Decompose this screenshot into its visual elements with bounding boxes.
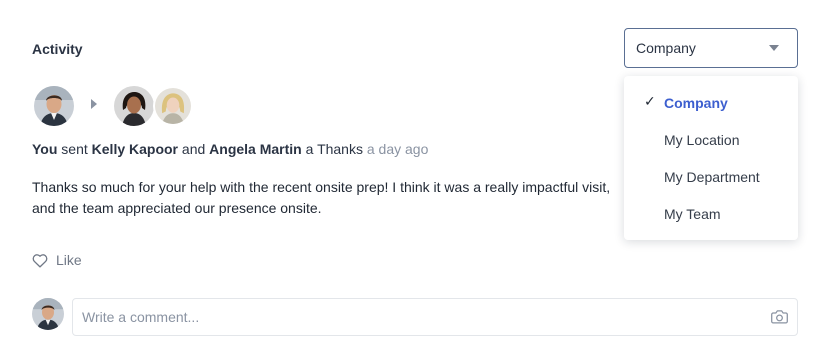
activity-title: Activity	[32, 41, 83, 57]
timestamp: a day ago	[366, 141, 429, 157]
recipient-avatar-angela[interactable]	[153, 86, 193, 126]
menu-item-my-team[interactable]: My Team	[624, 195, 798, 232]
menu-item-label: Company	[664, 94, 728, 111]
feed-filter-menu: ✓ Company My Location My Department My T…	[624, 76, 798, 240]
sender-avatar[interactable]	[34, 86, 74, 126]
recipient-avatar-kelly[interactable]	[114, 86, 154, 126]
verb-text: sent	[61, 141, 88, 157]
arrow-right-icon	[91, 99, 97, 109]
recipient-name[interactable]: Kelly Kapoor	[92, 141, 178, 157]
article-text: a	[305, 141, 314, 157]
feed-filter-select[interactable]: Company	[624, 28, 798, 68]
conjunction-text: and	[181, 141, 206, 157]
heart-icon	[32, 253, 48, 267]
menu-item-label: My Department	[664, 168, 760, 185]
like-label: Like	[56, 252, 82, 268]
activity-summary: You sent Kelly Kapoor and Angela Martin …	[32, 141, 428, 157]
comment-input[interactable]	[82, 309, 742, 325]
menu-item-label: My Location	[664, 131, 740, 148]
menu-item-company[interactable]: ✓ Company	[624, 84, 798, 121]
like-button[interactable]: Like	[32, 252, 82, 268]
menu-item-my-location[interactable]: My Location	[624, 121, 798, 158]
recipient-name[interactable]: Angela Martin	[209, 141, 302, 157]
item-type: Thanks	[317, 141, 363, 157]
menu-item-my-department[interactable]: My Department	[624, 158, 798, 195]
menu-item-label: My Team	[664, 205, 721, 222]
post-message: Thanks so much for your help with the re…	[32, 179, 611, 216]
camera-icon[interactable]	[771, 309, 788, 329]
comment-field[interactable]	[72, 298, 798, 336]
caret-down-icon	[769, 45, 779, 51]
sender-name[interactable]: You	[32, 141, 57, 157]
current-user-avatar	[32, 298, 64, 330]
feed-filter-value: Company	[636, 40, 696, 56]
checkmark-icon: ✓	[644, 93, 656, 109]
